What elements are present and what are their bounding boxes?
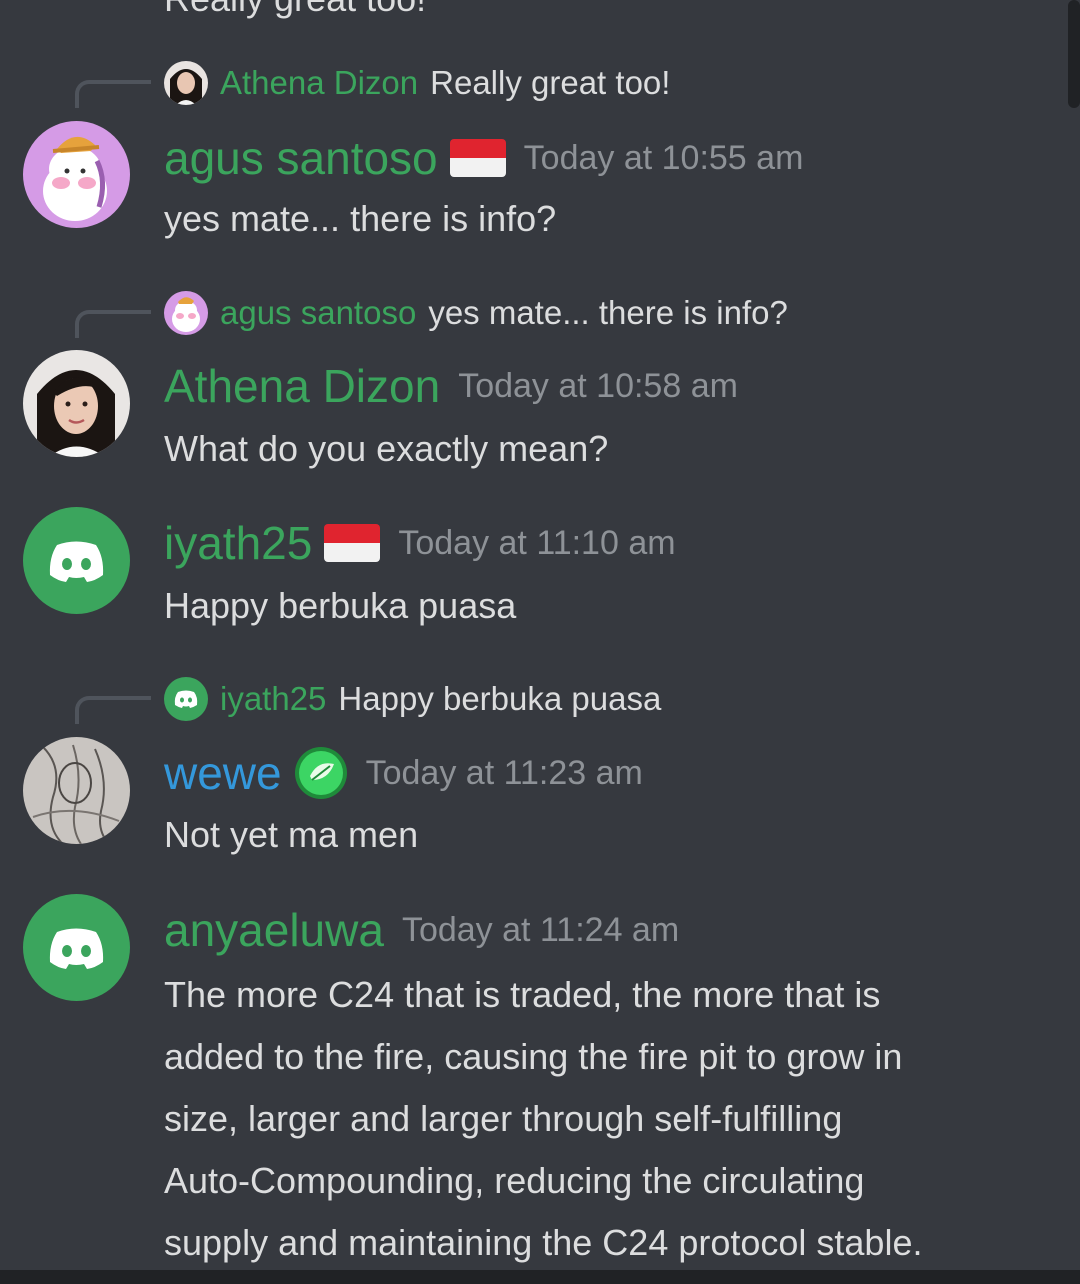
indonesia-flag-icon: [324, 524, 381, 562]
timestamp: Today at 11:10 am: [398, 523, 676, 562]
username[interactable]: Athena Dizon: [164, 359, 440, 413]
discord-default-avatar-icon[interactable]: [23, 894, 130, 1001]
reply-author[interactable]: Athena Dizon: [220, 64, 418, 102]
reply-connector: [75, 696, 151, 724]
indonesia-flag-icon: [449, 139, 506, 177]
reply-text: Happy berbuka puasa: [338, 680, 662, 717]
reply-preview[interactable]: agus santoso yes mate... there is info?: [164, 290, 788, 336]
reply-preview[interactable]: Athena Dizon Really great too!: [164, 60, 670, 106]
agus-avatar-icon: [164, 291, 208, 335]
athena-avatar-icon: [164, 61, 208, 105]
leaf-badge-icon: [294, 747, 347, 799]
message-header: iyath25 Today at 11:10 am: [164, 515, 676, 571]
reply-author[interactable]: iyath25: [220, 680, 326, 718]
agus-avatar-icon[interactable]: [23, 121, 130, 228]
message-header: wewe Today at 11:23 am: [164, 745, 643, 801]
bottom-bar: [0, 1270, 1080, 1284]
discord-default-avatar-icon[interactable]: [23, 507, 130, 614]
message-text: yes mate... there is info?: [164, 198, 557, 239]
message-line: size, larger and larger through self-ful…: [164, 1098, 843, 1139]
reply-text: yes mate... there is info?: [428, 294, 788, 331]
reply-preview[interactable]: iyath25 Happy berbuka puasa: [164, 676, 661, 722]
timestamp: Today at 11:24 am: [401, 910, 680, 949]
username[interactable]: iyath25: [164, 516, 312, 570]
reply-connector: [75, 310, 151, 338]
chat-view: Really great too! Athena Dizon Really gr…: [0, 0, 1080, 1284]
reply-connector: [75, 80, 151, 108]
wewe-avatar-icon[interactable]: [23, 737, 130, 844]
cutoff-message-text: Really great too!: [164, 0, 426, 20]
username[interactable]: anyaeluwa: [164, 903, 384, 957]
username[interactable]: agus santoso: [164, 131, 438, 185]
reply-author[interactable]: agus santoso: [220, 294, 416, 332]
scrollbar-thumb[interactable]: [1068, 0, 1080, 108]
message-line: supply and maintaining the C24 protocol …: [164, 1222, 923, 1263]
discord-default-avatar-icon: [164, 677, 208, 721]
message-header: anyaeluwa Today at 11:24 am: [164, 902, 679, 958]
username[interactable]: wewe: [164, 746, 282, 800]
message-header: agus santoso Today at 10:55 am: [164, 130, 803, 186]
timestamp: Today at 10:58 am: [458, 366, 738, 405]
message-header: Athena Dizon Today at 10:58 am: [164, 358, 738, 414]
message-line: Auto-Compounding, reducing the circulati…: [164, 1160, 865, 1201]
message-text: The more C24 that is traded, the more th…: [164, 964, 1044, 1274]
message-text: What do you exactly mean?: [164, 428, 609, 469]
message-line: The more C24 that is traded, the more th…: [164, 974, 881, 1015]
athena-avatar-icon[interactable]: [23, 350, 130, 457]
message-text: Happy berbuka puasa: [164, 585, 517, 626]
timestamp: Today at 11:23 am: [365, 753, 643, 792]
message-line: added to the fire, causing the fire pit …: [164, 1036, 903, 1077]
message-text: Not yet ma men: [164, 814, 419, 855]
timestamp: Today at 10:55 am: [523, 138, 804, 177]
scrollbar[interactable]: [1066, 0, 1080, 1284]
reply-text: Really great too!: [430, 64, 671, 101]
